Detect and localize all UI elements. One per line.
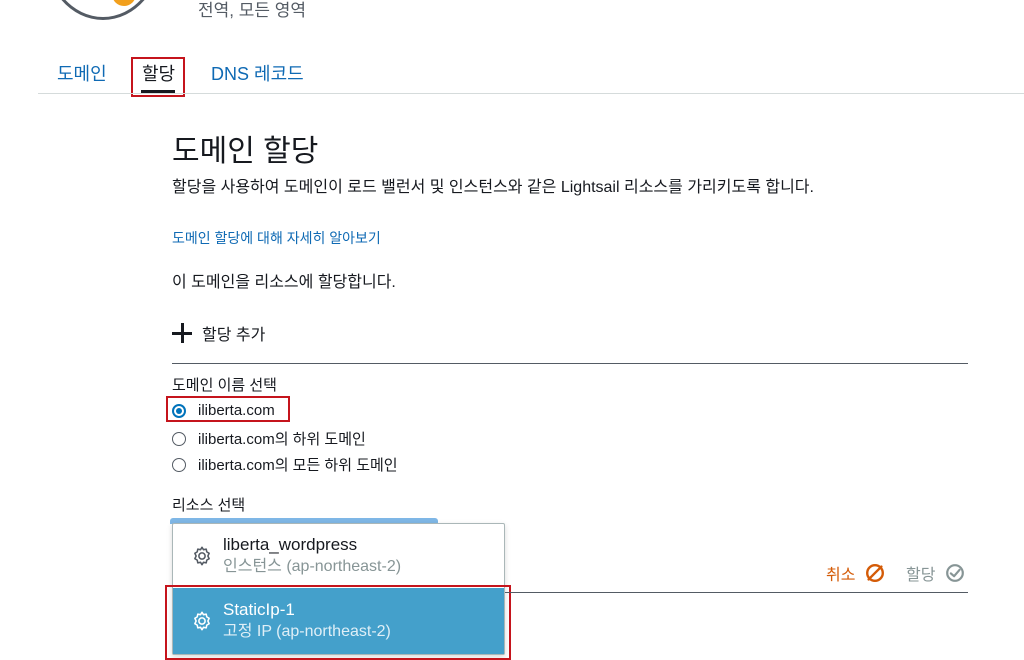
plus-icon — [172, 323, 192, 343]
gear-icon — [194, 546, 210, 566]
add-assignment-button[interactable]: 할당 추가 — [172, 320, 265, 346]
cancel-button[interactable]: 취소 — [826, 561, 886, 585]
option-subtext: 인스턴스 (ap-northeast-2) — [223, 558, 402, 575]
assign-button[interactable]: 할당 — [906, 561, 966, 585]
radio-label: iliberta.com의 모든 하위 도메인 — [198, 457, 398, 474]
cancel-label: 취소 — [826, 567, 856, 584]
section-description: 할당을 사용하여 도메인이 로드 밸런서 및 인스턴스와 같은 Lightsai… — [172, 179, 814, 196]
assign-instruction: 이 도메인을 리소스에 할당합니다. — [172, 274, 396, 291]
radio-unchecked-icon[interactable] — [172, 431, 186, 446]
learn-more-link[interactable]: 도메인 할당에 대해 자세히 알아보기 — [172, 228, 381, 248]
add-assignment-label: 할당 추가 — [202, 327, 266, 344]
page-title: 도메인 할당 — [172, 135, 319, 168]
tabs-divider — [38, 93, 1024, 94]
assign-label: 할당 — [906, 567, 936, 584]
section-divider — [172, 363, 968, 364]
scope-text: 전역, 모든 영역 — [198, 1, 307, 20]
actions-divider — [505, 592, 968, 593]
annotation-box-tab — [131, 57, 185, 97]
annotation-box-option — [165, 585, 511, 660]
annotation-box-radio — [166, 396, 290, 422]
check-circle-icon — [946, 564, 965, 582]
tab-dns-records[interactable]: DNS 레코드 — [211, 60, 304, 86]
option-name: liberta_wordpress — [223, 535, 358, 554]
domain-select-label: 도메인 이름 선택 — [172, 377, 277, 394]
cancel-icon — [866, 564, 885, 582]
radio-label: iliberta.com의 하위 도메인 — [198, 431, 366, 448]
radio-option-all-subdomains[interactable]: iliberta.com의 모든 하위 도메인 — [172, 454, 398, 475]
tab-domain[interactable]: 도메인 — [57, 60, 107, 86]
radio-unchecked-icon[interactable] — [172, 457, 186, 472]
resource-select-label: 리소스 선택 — [172, 497, 246, 514]
radio-option-subdomain[interactable]: iliberta.com의 하위 도메인 — [172, 428, 366, 449]
resource-avatar-ring — [44, 0, 162, 20]
dropdown-option-instance[interactable]: liberta_wordpress 인스턴스 (ap-northeast-2) — [173, 524, 504, 588]
